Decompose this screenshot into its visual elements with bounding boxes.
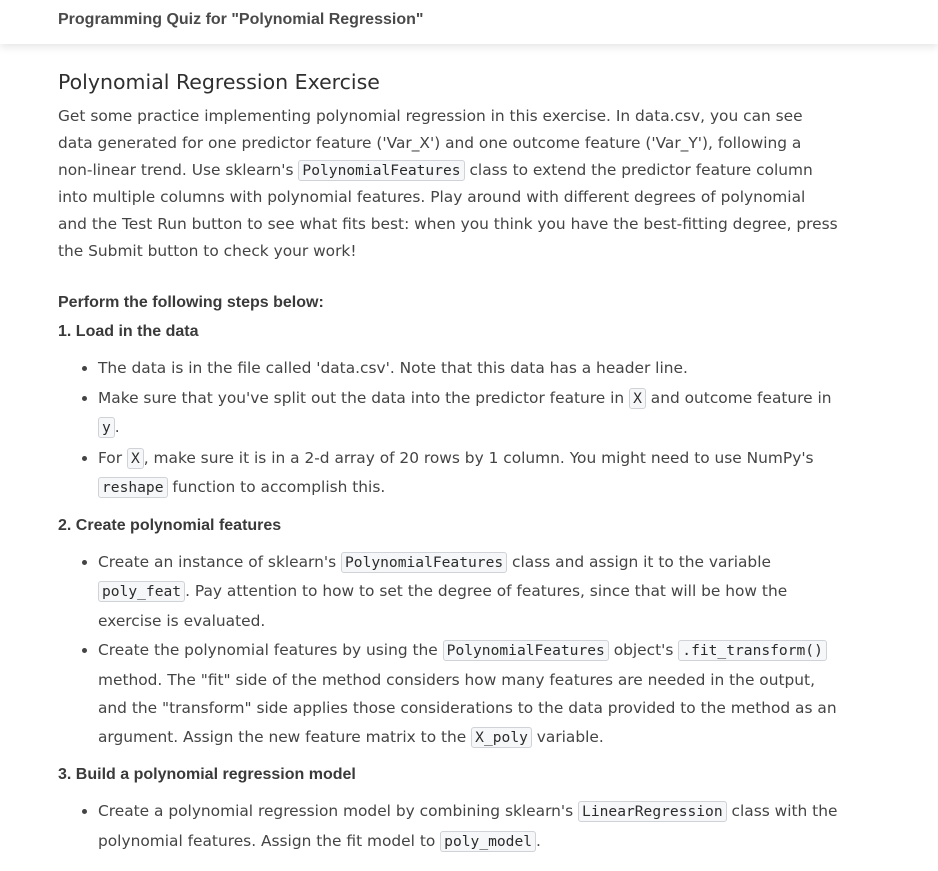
code-x: X [629, 387, 646, 409]
step2-bullet1-text-a: Create an instance of sklearn's [98, 552, 341, 571]
step2-bullet2-text-c: method. The "fit" side of the method con… [98, 670, 837, 746]
step2-bullet2-text-d: variable. [531, 727, 604, 746]
step3-bullet1-text-a: Create a polynomial regression model by … [98, 802, 579, 820]
step3-list: Create a polynomial regression model by … [58, 797, 838, 856]
step2-bullet1-text-b: class and assign it to the variable [507, 552, 771, 571]
code-linearregression: LinearRegression [578, 801, 727, 822]
code-polynomialfeatures: PolynomialFeatures [442, 640, 609, 661]
list-item: Create a polynomial regression model by … [98, 797, 838, 856]
list-item: Create an instance of sklearn's Polynomi… [98, 548, 838, 636]
exercise-content: Polynomial Regression Exercise Get some … [58, 66, 838, 857]
step1-bullet2-text-a: Make sure that you've split out the data… [98, 388, 630, 407]
exercise-heading: Polynomial Regression Exercise [58, 70, 380, 94]
step1-heading: 1. Load in the data [58, 323, 199, 340]
list-item: Make sure that you've split out the data… [98, 384, 838, 443]
code-x: X [126, 447, 144, 469]
list-item: Create the polynomial features by using … [98, 636, 838, 752]
step1-bullet2-text-b: and outcome feature in [645, 388, 832, 407]
step3-heading: 3. Build a polynomial regression model [58, 766, 356, 783]
quiz-title: Programming Quiz for "Polynomial Regress… [58, 11, 424, 28]
quiz-header-bar: Programming Quiz for "Polynomial Regress… [0, 0, 938, 44]
list-item: For X, make sure it is in a 2-d array of… [98, 444, 838, 503]
step1-bullet3-text-b: , make sure it is in a 2-d array of 20 r… [143, 448, 814, 467]
step1-bullet3-text-a: For [98, 448, 127, 467]
step1-list: The data is in the file called 'data.csv… [58, 354, 838, 503]
step1-bullet2-text-c: . [114, 418, 120, 436]
code-polynomialfeatures: PolynomialFeatures [341, 551, 508, 573]
step2-list: Create an instance of sklearn's Polynomi… [58, 548, 838, 753]
code-poly-model: poly_model [440, 830, 537, 852]
code-poly-feat: poly_feat [98, 581, 186, 602]
step1-bullet1-text: The data is in the file called 'data.csv… [98, 359, 688, 377]
steps-heading: Perform the following steps below: [58, 294, 324, 311]
step2-bullet2-text-b: object's [608, 641, 679, 659]
code-polynomialfeatures: PolynomialFeatures [298, 160, 465, 181]
step2-bullet2-text-a: Create the polynomial features by using … [98, 641, 443, 659]
list-item: The data is in the file called 'data.csv… [98, 354, 838, 383]
intro-paragraph: Get some practice implementing polynomia… [58, 103, 838, 265]
step2-bullet1-text-c: . Pay attention to how to set the degree… [98, 582, 788, 630]
step1-bullet3-text-c: function to accomplish this. [167, 478, 386, 496]
code-fit-transform: .fit_transform() [678, 640, 827, 661]
step2-heading: 2. Create polynomial features [58, 516, 282, 534]
code-reshape: reshape [98, 477, 168, 498]
code-y: y [98, 417, 115, 438]
step3-bullet1-text-c: . [536, 831, 541, 850]
code-x-poly: X_poly [471, 726, 532, 748]
